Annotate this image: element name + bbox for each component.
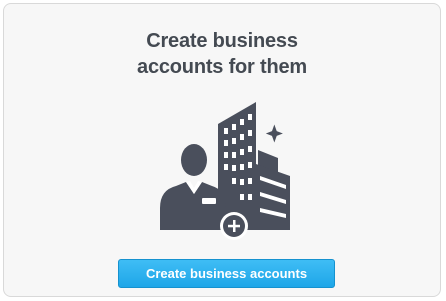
card-title: Create business accounts for them (137, 30, 307, 78)
person-with-buildings-plus-icon (160, 102, 290, 240)
business-accounts-card: Create business accounts for them Create… (3, 3, 441, 297)
create-business-accounts-button[interactable]: Create business accounts (118, 259, 335, 288)
